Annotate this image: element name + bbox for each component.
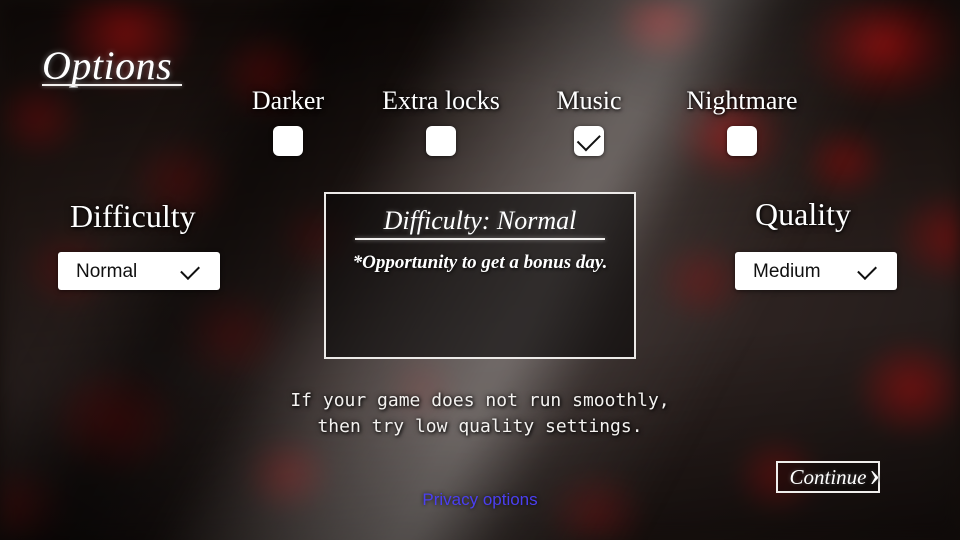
chevron-right-icon: ›: [869, 456, 881, 493]
checkbox-checked-icon: [576, 126, 601, 151]
checkbox-darker[interactable]: [273, 126, 303, 156]
options-screen: Options Darker Extra locks Music Nightma…: [0, 0, 960, 540]
difficulty-info-title-underline: [355, 237, 605, 240]
toggle-nightmare[interactable]: Nightmare: [678, 88, 806, 156]
toggle-extra-locks-label: Extra locks: [382, 86, 500, 115]
privacy-options-link[interactable]: Privacy options: [0, 490, 960, 510]
page-title: Options: [42, 43, 173, 88]
quality-hint-text: If your game does not run smoothly, then…: [0, 388, 960, 440]
chevron-down-icon: [180, 259, 200, 280]
options-content: Options Darker Extra locks Music Nightma…: [0, 0, 960, 540]
toggle-music-label: Music: [556, 86, 622, 115]
difficulty-info-panel: Difficulty: Normal *Opportunity to get a…: [324, 192, 636, 359]
difficulty-info-description: *Opportunity to get a bonus day.: [352, 251, 608, 273]
toggle-music[interactable]: Music: [550, 88, 628, 156]
quality-dropdown-value: Medium: [753, 260, 821, 282]
toggle-darker[interactable]: Darker: [248, 88, 328, 156]
checkbox-music[interactable]: [574, 126, 604, 156]
checkbox-nightmare[interactable]: [727, 126, 757, 156]
page-title-underline: [42, 84, 182, 86]
quality-dropdown[interactable]: Medium: [735, 252, 897, 290]
continue-button[interactable]: Continue: [776, 461, 880, 493]
quality-label: Quality: [755, 196, 851, 232]
difficulty-dropdown-value: Normal: [76, 260, 138, 282]
difficulty-dropdown[interactable]: Normal: [58, 252, 220, 290]
checkbox-extra-locks[interactable]: [426, 126, 456, 156]
difficulty-info-title: Difficulty: Normal: [383, 206, 577, 235]
quality-hint-line-1: If your game does not run smoothly,: [290, 390, 670, 411]
continue-button-label: Continue: [789, 464, 867, 489]
chevron-down-icon: [857, 259, 877, 280]
toggle-extra-locks[interactable]: Extra locks: [374, 88, 508, 156]
quality-hint-line-2: then try low quality settings.: [317, 416, 643, 438]
toggle-darker-label: Darker: [251, 86, 325, 115]
difficulty-label: Difficulty: [70, 198, 196, 234]
toggle-nightmare-label: Nightmare: [686, 86, 798, 115]
